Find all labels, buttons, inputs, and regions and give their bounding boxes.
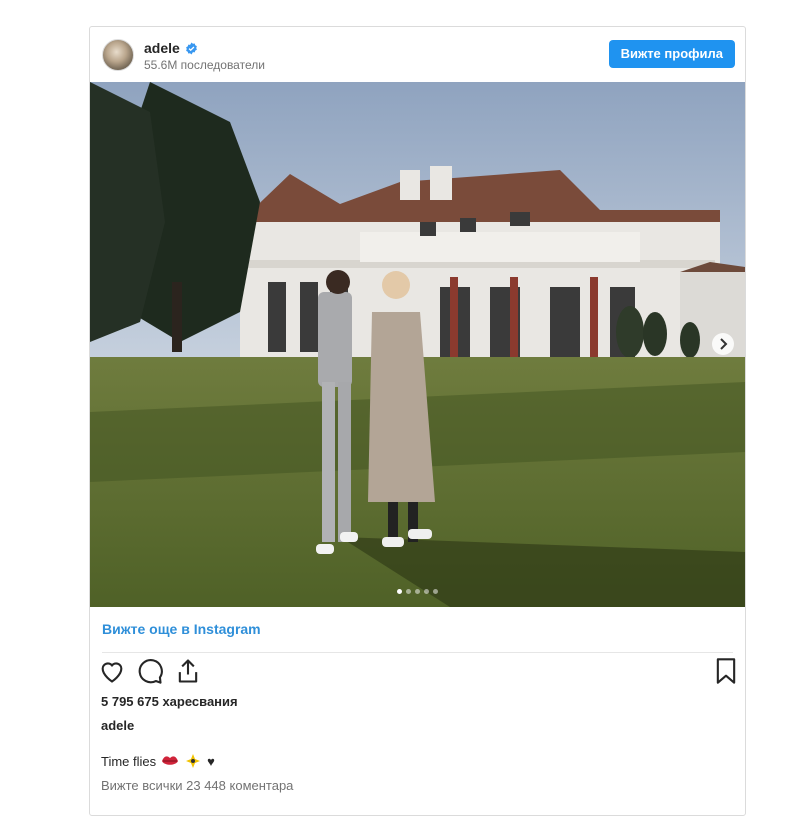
view-all-comments-link[interactable]: Вижте всички 23 448 коментара xyxy=(101,778,293,793)
carousel-dot xyxy=(406,589,411,594)
action-bar xyxy=(98,657,738,687)
username-row: adele xyxy=(144,40,198,56)
sparkle-bee-emoji-icon xyxy=(186,754,201,768)
verified-badge-icon xyxy=(185,42,197,54)
carousel-dot xyxy=(424,589,429,594)
carousel-dot xyxy=(433,589,438,594)
carousel-next-icon[interactable] xyxy=(711,332,735,356)
carousel-dot xyxy=(397,589,402,594)
comment-icon[interactable] xyxy=(136,657,164,685)
post-photo[interactable] xyxy=(90,82,745,607)
heart-emoji-icon: ♥ xyxy=(207,753,215,769)
username[interactable]: adele xyxy=(144,40,180,56)
share-icon[interactable] xyxy=(174,657,202,685)
post-photo-image xyxy=(90,82,745,607)
avatar[interactable] xyxy=(102,39,134,71)
save-bookmark-icon[interactable] xyxy=(712,657,740,685)
likes-count[interactable]: 5 795 675 харесвания xyxy=(101,694,238,709)
like-heart-icon[interactable] xyxy=(98,657,126,685)
carousel-dots xyxy=(90,589,745,594)
divider xyxy=(102,652,733,653)
instagram-embed-card: adele 55.6M последователи Вижте профила xyxy=(89,26,746,816)
caption: Time flies ♥ xyxy=(101,753,215,769)
carousel-dot xyxy=(415,589,420,594)
view-profile-button[interactable]: Вижте профила xyxy=(608,40,735,68)
followers-count: 55.6M последователи xyxy=(144,58,265,72)
view-more-on-instagram-link[interactable]: Вижте още в Instagram xyxy=(102,621,261,637)
caption-author[interactable]: adele xyxy=(101,718,134,733)
lips-emoji-icon xyxy=(162,756,179,765)
caption-text: Time flies xyxy=(101,753,157,769)
post-header: adele 55.6M последователи Вижте профила xyxy=(90,27,745,82)
